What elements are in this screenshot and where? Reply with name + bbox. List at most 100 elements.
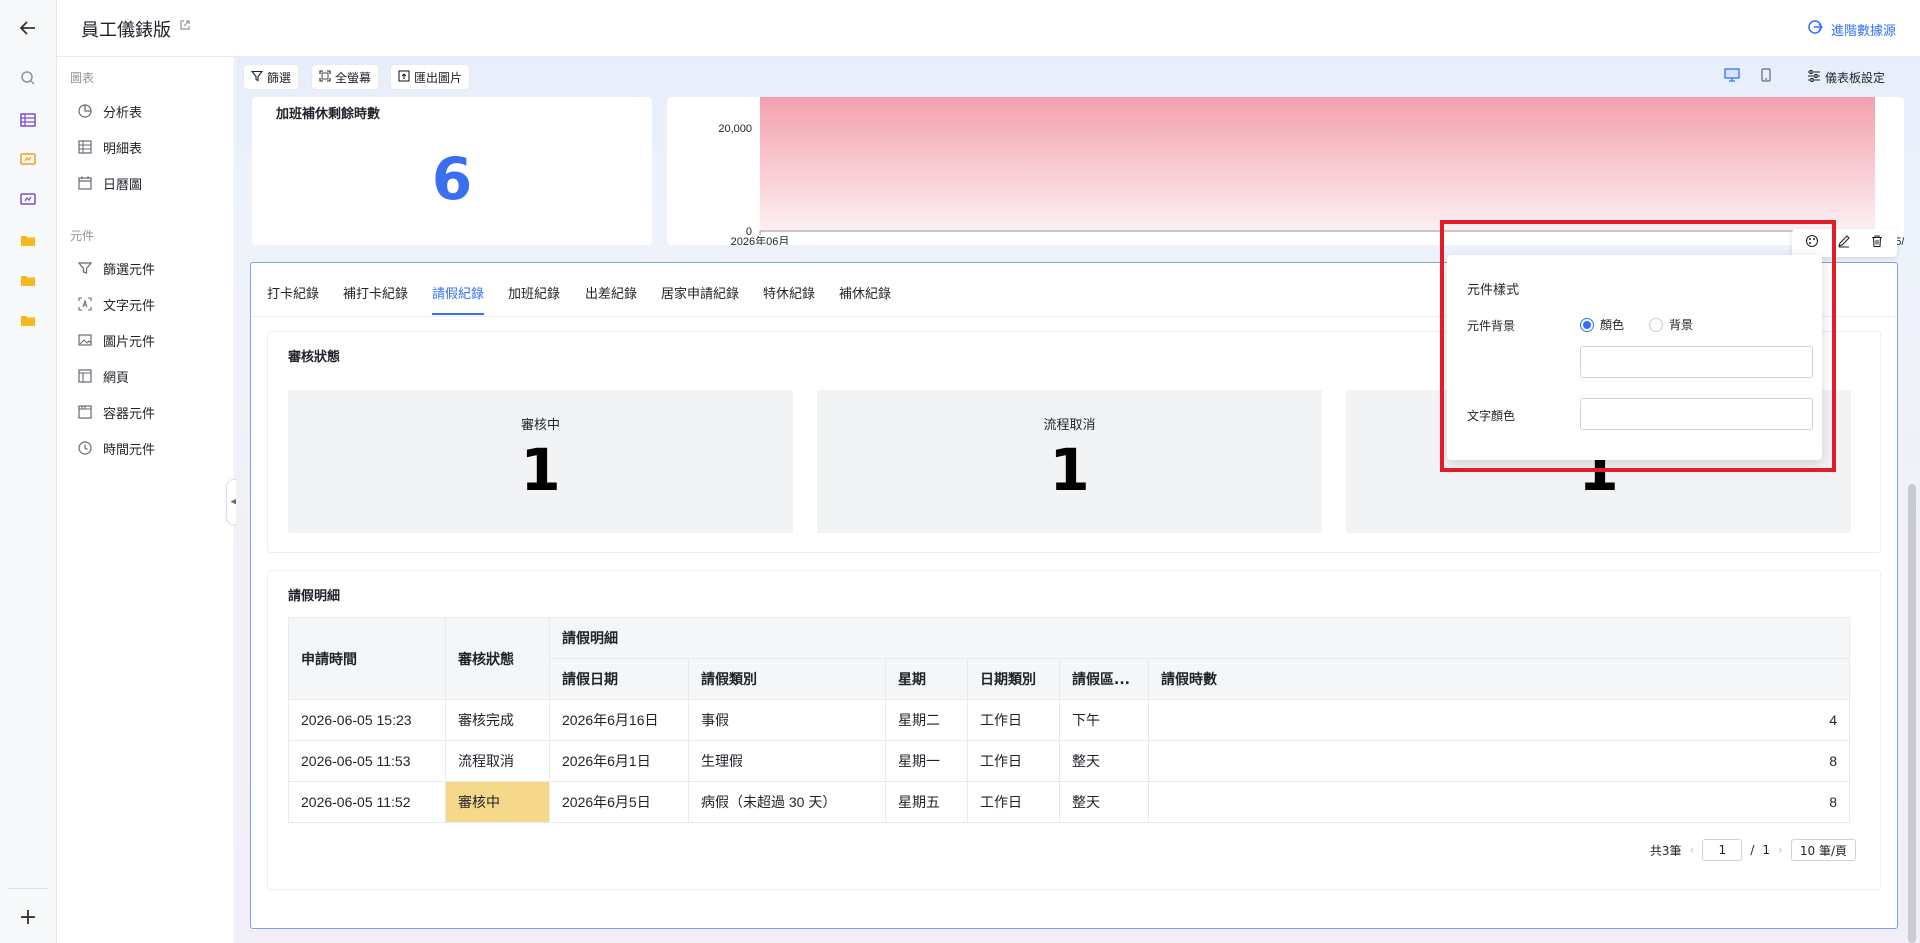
next-page-icon[interactable]: › xyxy=(1778,843,1783,857)
top-header: 員工儀錶版 進階數據源 xyxy=(57,0,1920,57)
panel-item-label: 明細表 xyxy=(103,141,143,157)
tab-business-trip[interactable]: 出差紀錄 xyxy=(585,283,637,302)
back-arrow-icon[interactable] xyxy=(16,16,40,40)
tab-clock-in[interactable]: 打卡紀錄 xyxy=(267,283,319,302)
mobile-view-icon[interactable] xyxy=(1760,68,1772,86)
external-link-icon[interactable] xyxy=(179,19,193,33)
clock-icon xyxy=(77,440,93,456)
fullscreen-button[interactable]: 全螢幕 xyxy=(312,65,379,89)
advanced-data-source-button[interactable]: 進階數據源 xyxy=(1807,19,1896,39)
table-cell: 審核完成 xyxy=(445,699,550,741)
table-cell: 星期二 xyxy=(885,699,968,741)
panel-item-calendar[interactable]: 日曆圖 xyxy=(77,172,142,194)
filter-button[interactable]: 篩選 xyxy=(244,65,299,89)
panel-item-text[interactable]: 文字元件 xyxy=(77,293,155,315)
col-header[interactable]: 星期 xyxy=(885,658,968,700)
table-row[interactable]: 2026-06-05 11:53 流程取消 2026年6月1日 生理假 星期一 … xyxy=(288,740,1850,782)
tab-overtime[interactable]: 加班紀錄 xyxy=(508,283,560,302)
table-cell: 下午 xyxy=(1059,699,1149,741)
panel-item-time[interactable]: 時間元件 xyxy=(77,437,155,459)
col-header[interactable]: 請假類別 xyxy=(688,658,886,700)
folder-icon[interactable] xyxy=(18,230,38,250)
table-cell: 事假 xyxy=(688,699,886,741)
panel-item-analysis-table[interactable]: 分析表 xyxy=(77,100,142,122)
panel-item-image[interactable]: 圖片元件 xyxy=(77,329,155,351)
desktop-view-icon[interactable] xyxy=(1724,68,1740,86)
table-cell: 工作日 xyxy=(967,781,1060,823)
dashboard-active-icon[interactable] xyxy=(18,190,38,210)
divider xyxy=(8,888,48,889)
fullscreen-label: 全螢幕 xyxy=(335,70,372,85)
tab-home-request[interactable]: 居家申請紀錄 xyxy=(661,283,739,302)
table-cell: 2026-06-05 15:23 xyxy=(288,699,446,741)
filter-label: 篩選 xyxy=(267,70,292,85)
group-header: 請假明細 xyxy=(549,617,1850,659)
section-charts: 圖表 xyxy=(70,71,95,85)
table-row[interactable]: 2026-06-05 15:23 審核完成 2026年6月16日 事假 星期二 … xyxy=(288,699,1850,741)
panel-item-filter[interactable]: 篩選元件 xyxy=(77,257,155,279)
col-header[interactable]: 申請時間 xyxy=(288,617,446,700)
table-icon xyxy=(77,139,93,155)
col-header[interactable]: 請假區... xyxy=(1059,658,1149,700)
panel-item-webpage[interactable]: 網頁 xyxy=(77,365,129,387)
table-cell: 4 xyxy=(1148,699,1850,741)
device-toggle xyxy=(1724,65,1772,89)
table-cell: 2026年6月5日 xyxy=(549,781,689,823)
panel-item-label: 容器元件 xyxy=(103,406,156,422)
export-image-icon xyxy=(398,69,410,85)
col-header[interactable]: 日期類別 xyxy=(967,658,1060,700)
settings-sliders-icon xyxy=(1807,69,1821,85)
table-cell: 2026-06-05 11:53 xyxy=(288,740,446,782)
canvas-toolbar: 篩選 全螢幕 匯出圖片 儀表板設定 xyxy=(236,57,1920,97)
folder-icon[interactable] xyxy=(18,310,38,330)
add-icon[interactable]: + xyxy=(16,905,40,930)
leave-detail-title: 請假明細 xyxy=(288,589,341,604)
stat-cancelled[interactable]: 流程取消 1 xyxy=(817,390,1322,533)
stat-value: 1 xyxy=(1049,436,1090,504)
dashboard-settings-button[interactable]: 儀表板設定 xyxy=(1800,65,1892,89)
dashboard-icon[interactable] xyxy=(18,150,38,170)
tab-compensatory-leave[interactable]: 補休紀錄 xyxy=(839,283,891,302)
webpage-icon xyxy=(77,368,93,384)
export-image-button[interactable]: 匯出圖片 xyxy=(391,65,470,89)
col-header[interactable]: 請假時數 xyxy=(1148,658,1850,700)
delete-icon[interactable] xyxy=(1870,234,1884,252)
table-icon[interactable] xyxy=(18,110,38,130)
table-cell: 2026年6月1日 xyxy=(549,740,689,782)
folder-icon[interactable] xyxy=(18,270,38,290)
highlight-box xyxy=(1440,220,1836,472)
edit-icon[interactable] xyxy=(1837,234,1851,252)
tab-missed-clock-in[interactable]: 補打卡紀錄 xyxy=(343,283,408,302)
table-row[interactable]: 2026-06-05 11:52 審核中 2026年6月5日 病假（未超過 30… xyxy=(288,781,1850,823)
review-status-title: 審核狀態 xyxy=(288,350,341,365)
component-panel: 圖表 分析表 明細表 日曆圖 元件 篩選元件 文字元件 圖片元件 網頁 容器元件… xyxy=(57,57,235,943)
area-series xyxy=(760,97,1875,231)
export-image-label: 匯出圖片 xyxy=(414,70,463,85)
panel-item-detail-table[interactable]: 明細表 xyxy=(77,136,142,158)
panel-item-container[interactable]: 容器元件 xyxy=(77,401,155,423)
col-header[interactable]: 審核狀態 xyxy=(445,617,550,700)
dashboard-canvas: 篩選 全螢幕 匯出圖片 儀表板設定 加班補休剩餘時數 6 0 20,000 2026… xyxy=(236,57,1920,943)
stat-label: 流程取消 xyxy=(1043,418,1096,433)
panel-item-label: 分析表 xyxy=(103,105,143,121)
panel-item-label: 網頁 xyxy=(103,370,130,386)
kpi-value: 6 xyxy=(431,145,473,213)
prev-page-icon[interactable]: ‹ xyxy=(1690,843,1695,857)
stat-label: 審核中 xyxy=(520,418,560,433)
scrollbar[interactable] xyxy=(1908,484,1916,943)
search-icon[interactable] xyxy=(18,68,38,88)
page-input[interactable]: 1 xyxy=(1702,839,1743,861)
table-cell: 整天 xyxy=(1059,781,1149,823)
col-header[interactable]: 請假日期 xyxy=(549,658,689,700)
kpi-card[interactable]: 加班補休剩餘時數 6 xyxy=(252,97,652,245)
tab-leave[interactable]: 請假紀錄 xyxy=(432,283,484,302)
table-cell: 8 xyxy=(1148,781,1850,823)
stat-pending[interactable]: 審核中 1 xyxy=(288,390,793,533)
tab-annual-leave[interactable]: 特休紀錄 xyxy=(763,283,815,302)
page-size-select[interactable]: 10 筆/頁 xyxy=(1790,839,1856,861)
leave-detail-card: 請假明細 申請時間 審核狀態 請假明細 請假日期 請假類別 星期 日期類別 請假… xyxy=(267,570,1881,890)
text-icon xyxy=(77,296,93,312)
left-rail: + xyxy=(0,0,57,943)
page-count: 1 xyxy=(1762,843,1771,857)
table-cell: 工作日 xyxy=(967,699,1060,741)
